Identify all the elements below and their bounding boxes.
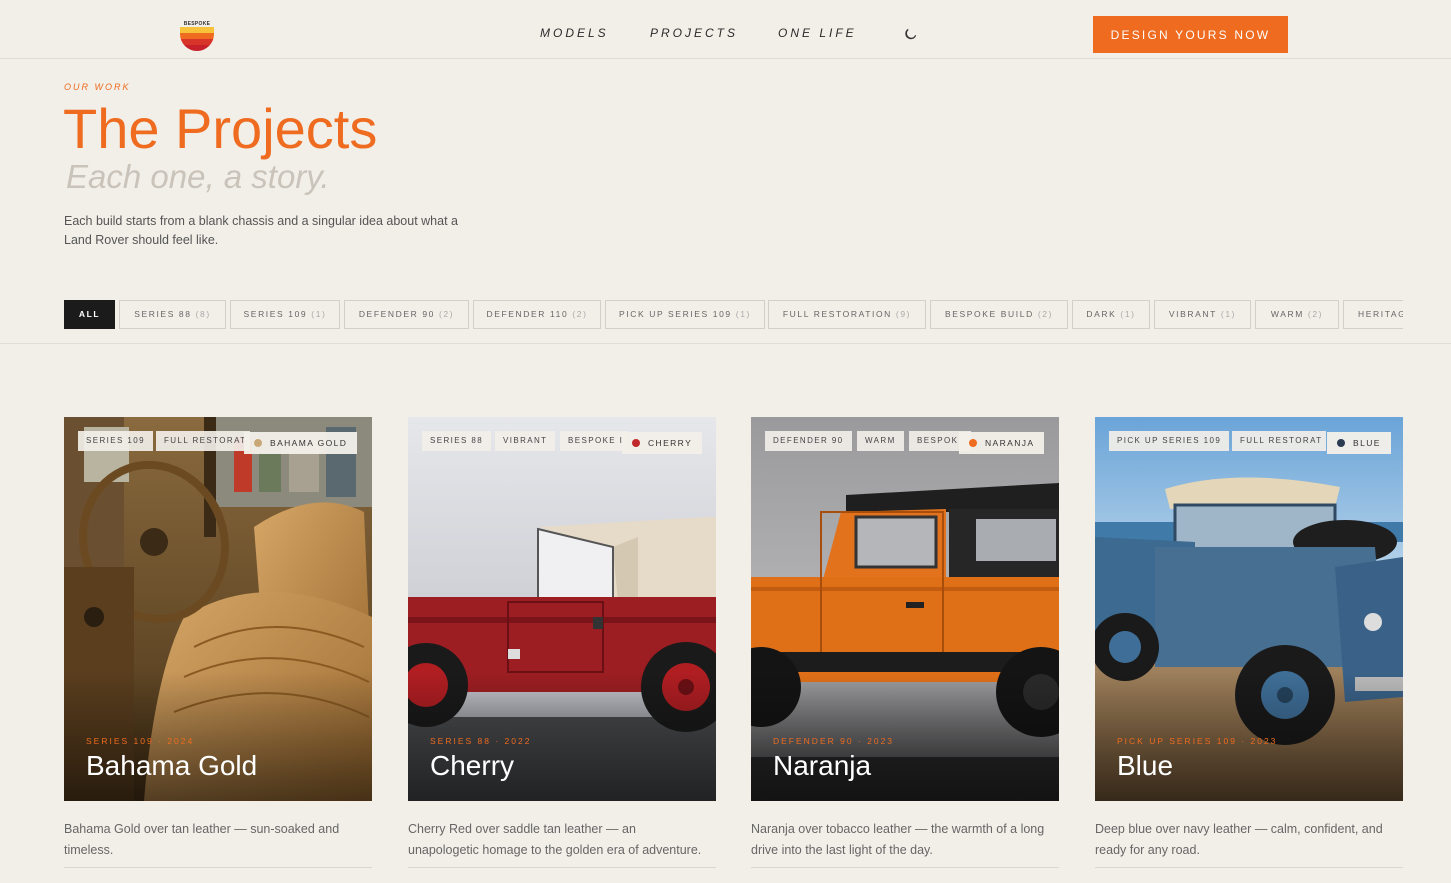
filter-count: (1) (1220, 309, 1237, 319)
moon-icon[interactable] (904, 27, 918, 41)
filter-label: WARM (1270, 309, 1304, 319)
tag: FULL RESTORAT (156, 431, 250, 451)
tag: BESPOKE I (560, 431, 628, 451)
project-image: DEFENDER 90 WARM BESPOK NARANJA DEFENDER… (751, 417, 1059, 801)
filter-chip-full-restoration[interactable]: FULL RESTORATION (9) (768, 300, 926, 329)
filter-count: (2) (572, 309, 588, 319)
filter-count: (1) (735, 309, 751, 319)
filter-label: DEFENDER 110 (486, 309, 569, 319)
filter-label: BESPOKE BUILD (944, 309, 1034, 319)
color-badge-label: BAHAMA GOLD (270, 438, 348, 448)
logo-sunset-icon (180, 27, 214, 51)
filter-count: (2) (1307, 309, 1324, 319)
tag: WARM (857, 431, 904, 451)
project-description: Naranja over tobacco leather — the warmt… (751, 822, 1045, 857)
brand-logo[interactable]: BESPOKE (178, 18, 216, 52)
filter-label: PICK UP SERIES 109 (619, 309, 732, 319)
project-name: Naranja (773, 750, 872, 781)
filter-chip-defender-110[interactable]: DEFENDER 110 (2) (473, 300, 601, 329)
nav-one-life[interactable]: ONE LIFE (778, 26, 857, 40)
project-name: Blue (1117, 750, 1174, 781)
hero-eyebrow: OUR WORK (64, 82, 131, 92)
hero-description: Each build starts from a blank chassis a… (64, 214, 458, 247)
filter-label: FULL RESTORATION (782, 309, 892, 319)
project-description: Cherry Red over saddle tan leather — an … (408, 822, 702, 857)
color-badge-label: BLUE (1353, 438, 1381, 448)
project-card-cherry[interactable]: SERIES 88 VIBRANT BESPOKE I CHERRY SERIE… (408, 417, 716, 868)
page-subtitle: Each one, a story. (66, 158, 330, 195)
color-badge-label: NARANJA (985, 438, 1035, 448)
filter-chip-bespoke-build[interactable]: BESPOKE BUILD (2) (930, 300, 1068, 329)
tag: VIBRANT (495, 431, 556, 451)
project-image: PICK UP SERIES 109 FULL RESTORAT BLUE PI… (1095, 417, 1403, 801)
project-name: Bahama Gold (86, 750, 258, 781)
filter-chip-dark[interactable]: DARK (1) (1072, 300, 1150, 329)
filter-chip-warm[interactable]: WARM (2) (1255, 300, 1339, 329)
filter-label: HERITAG (1358, 309, 1403, 319)
project-card-blue[interactable]: PICK UP SERIES 109 FULL RESTORAT BLUE PI… (1095, 417, 1403, 868)
project-meta: DEFENDER 90 · 2023 (773, 736, 895, 746)
color-swatch (254, 439, 262, 447)
filter-count: (1) (1120, 309, 1136, 319)
project-meta: SERIES 109 · 2024 (86, 736, 195, 746)
filter-chip-pick-up-series-109[interactable]: PICK UP SERIES 109 (1) (605, 300, 765, 329)
site-header: BESPOKE MODELS PROJECTS ONE LIFE DESIGN … (0, 0, 1451, 59)
color-swatch (1337, 439, 1345, 447)
filter-chip-heritage[interactable]: HERITAG (1343, 300, 1403, 329)
project-description: Deep blue over navy leather — calm, conf… (1095, 822, 1383, 857)
color-badge: CHERRY (622, 432, 703, 454)
color-badge: BAHAMA GOLD (244, 432, 358, 454)
filter-chip-vibrant[interactable]: VIBRANT (1) (1154, 300, 1251, 329)
color-swatch (969, 439, 977, 447)
tag: FULL RESTORAT (1232, 431, 1326, 451)
project-meta: PICK UP SERIES 109 · 2023 (1117, 736, 1278, 746)
filter-bar: ALL SERIES 88 (8) SERIES 109 (1) DEFENDER … (64, 300, 1403, 329)
filter-label: VIBRANT (1168, 309, 1217, 319)
filter-label: DEFENDER 90 (358, 309, 435, 319)
filter-label: ALL (78, 309, 101, 319)
filter-label: SERIES 109 (243, 309, 308, 319)
tag: SERIES 109 (78, 431, 153, 451)
color-badge: BLUE (1327, 432, 1391, 454)
page-title: The Projects (63, 97, 378, 160)
filter-count: (9) (895, 309, 912, 319)
color-swatch (632, 439, 640, 447)
project-image: SERIES 88 VIBRANT BESPOKE I CHERRY SERIE… (408, 417, 716, 801)
nav-models[interactable]: MODELS (540, 26, 609, 40)
project-name: Cherry (430, 750, 515, 781)
tag: PICK UP SERIES 109 (1109, 431, 1230, 451)
card-divider (1095, 867, 1403, 868)
project-meta: SERIES 88 · 2022 (430, 736, 532, 746)
project-description: Bahama Gold over tan leather — sun-soake… (64, 822, 340, 857)
filter-count: (8) (195, 309, 211, 319)
nav-projects[interactable]: PROJECTS (650, 26, 738, 40)
tag: SERIES 88 (422, 431, 492, 451)
filter-chip-series-88[interactable]: SERIES 88 (8) (119, 300, 226, 329)
design-yours-button[interactable]: DESIGN YOURS NOW (1093, 16, 1288, 53)
section-divider (0, 343, 1451, 344)
card-divider (408, 867, 716, 868)
filter-label: SERIES 88 (134, 309, 192, 319)
project-card-naranja[interactable]: DEFENDER 90 WARM BESPOK NARANJA DEFENDER… (751, 417, 1059, 868)
color-badge: NARANJA (959, 432, 1045, 454)
filter-chip-defender-90[interactable]: DEFENDER 90 (2) (344, 300, 469, 329)
filter-count: (2) (438, 309, 455, 319)
filter-count: (1) (311, 309, 327, 319)
card-divider (64, 867, 372, 868)
filter-chip-series-109[interactable]: SERIES 109 (1) (230, 300, 340, 329)
filter-chip-all[interactable]: ALL (64, 300, 115, 329)
filter-count: (2) (1037, 309, 1054, 319)
card-divider (751, 867, 1059, 868)
project-image: SERIES 109 FULL RESTORAT BAHAMA GOLD SER… (64, 417, 372, 801)
filter-label: DARK (1086, 309, 1117, 319)
project-card-bahama-gold[interactable]: SERIES 109 FULL RESTORAT BAHAMA GOLD SER… (64, 417, 372, 868)
tag: DEFENDER 90 (765, 431, 852, 451)
color-badge-label: CHERRY (648, 438, 693, 448)
